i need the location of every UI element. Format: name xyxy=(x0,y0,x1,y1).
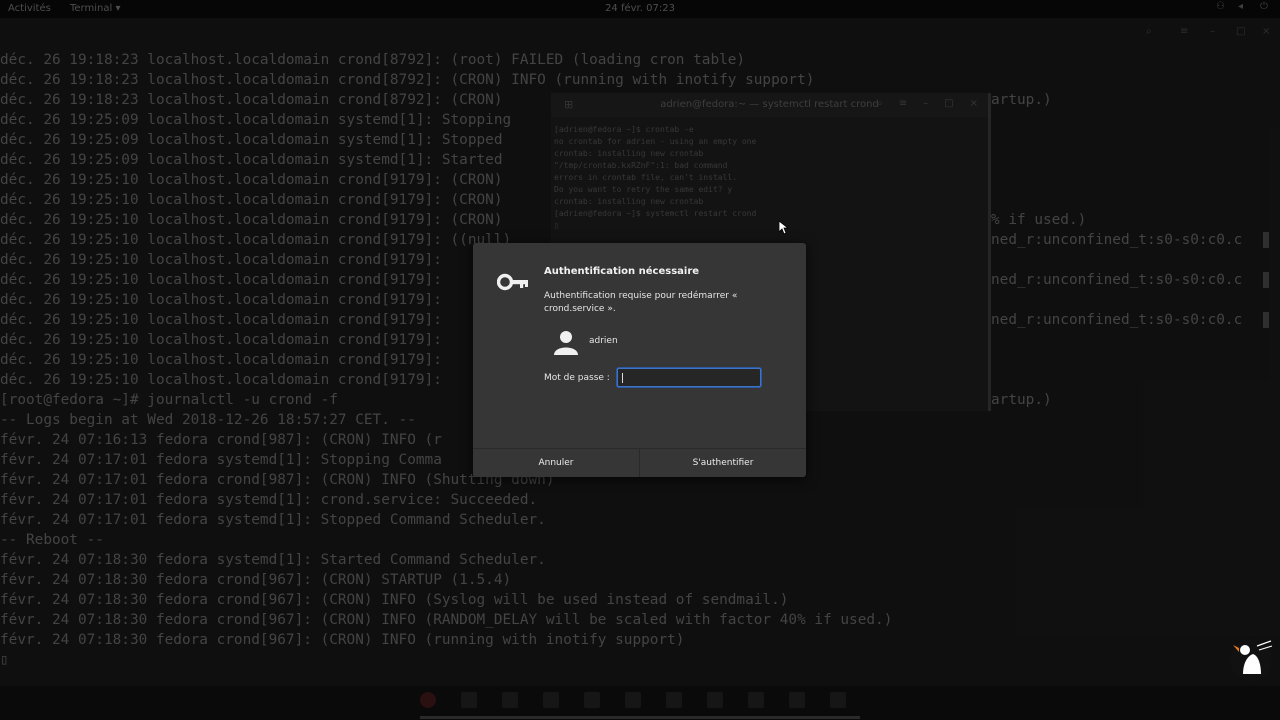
files-icon[interactable] xyxy=(461,692,477,708)
dock-indicator xyxy=(420,716,860,719)
authentication-dialog: Authentification nécessaire Authentifica… xyxy=(473,243,806,477)
dialog-actions: Annuler S'authentifier xyxy=(473,448,806,477)
firefox-icon[interactable] xyxy=(420,692,436,708)
calendar-icon[interactable] xyxy=(502,692,518,708)
password-label: Mot de passe : xyxy=(544,373,610,383)
user-avatar-icon xyxy=(554,331,578,355)
dialog-message: Authentification requise pour redémarrer… xyxy=(544,291,738,314)
key-icon xyxy=(497,273,528,291)
app-grid-icon[interactable] xyxy=(830,692,846,708)
dock xyxy=(0,686,1280,720)
writer-icon[interactable] xyxy=(543,692,559,708)
text-caret xyxy=(622,373,623,383)
penguin-logo-icon xyxy=(1230,639,1273,681)
settings-icon[interactable] xyxy=(789,692,805,708)
terminal-icon[interactable] xyxy=(666,692,682,708)
password-input[interactable] xyxy=(617,368,761,387)
photos-icon[interactable] xyxy=(584,692,600,708)
software-icon[interactable] xyxy=(748,692,764,708)
dialog-title: Authentification nécessaire xyxy=(544,266,700,277)
user-name: adrien xyxy=(589,336,618,346)
documents-icon[interactable] xyxy=(625,692,641,708)
cancel-button[interactable]: Annuler xyxy=(473,449,640,477)
mouse-pointer-icon xyxy=(779,221,789,235)
authenticate-button[interactable]: S'authentifier xyxy=(640,449,806,477)
tools-icon[interactable] xyxy=(707,692,723,708)
